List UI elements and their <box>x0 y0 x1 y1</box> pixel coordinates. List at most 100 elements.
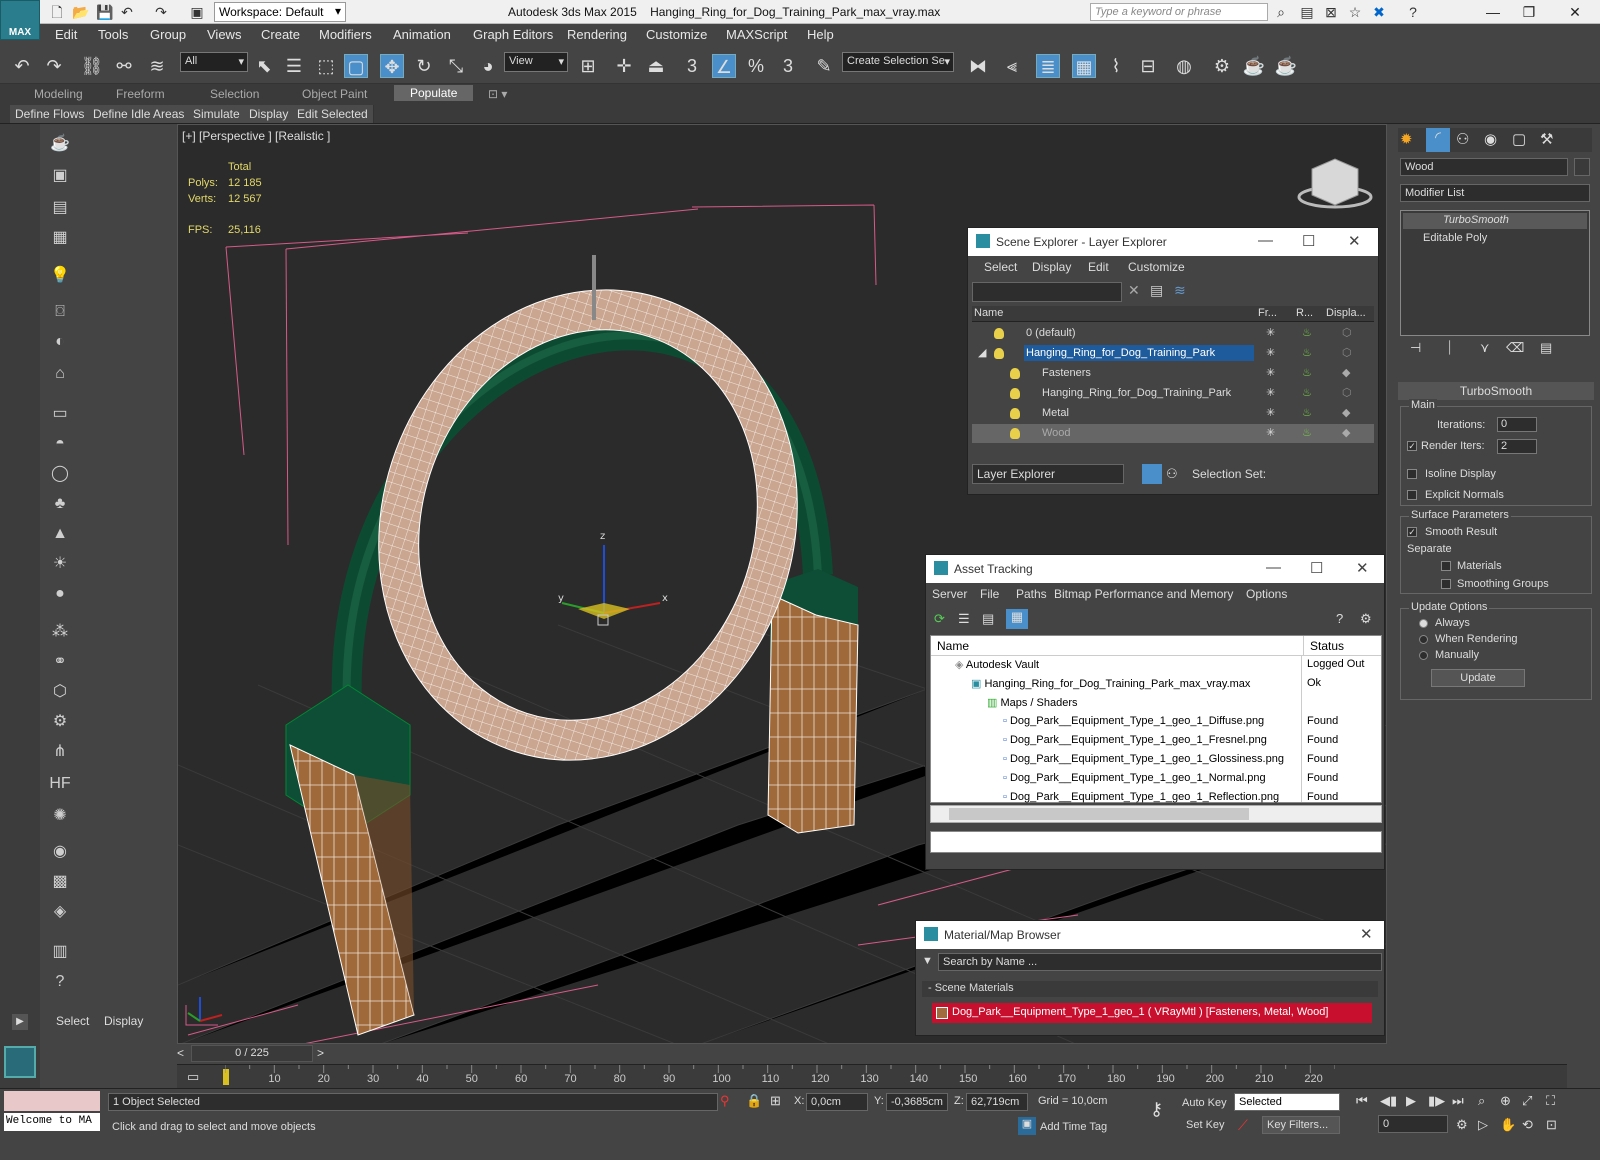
asset-path-field[interactable] <box>930 831 1382 853</box>
subscription-icon[interactable]: ▤ <box>1298 3 1316 21</box>
maximize-viewport-icon[interactable]: ⊡ <box>1546 1117 1557 1133</box>
tab-freeform[interactable]: Freeform <box>116 87 165 101</box>
scene-explorer-search-input[interactable] <box>972 282 1122 302</box>
favorites-star-icon[interactable]: ☆ <box>1346 3 1364 21</box>
edit-selected-button[interactable]: Edit Selected <box>292 105 374 123</box>
zoom-extents-icon[interactable]: ⤢ <box>1522 1093 1532 1109</box>
orbit-icon[interactable]: ⟲ <box>1522 1117 1533 1133</box>
help-icon[interactable]: ? <box>1404 3 1422 21</box>
link-icon[interactable]: ⛓ <box>80 54 104 78</box>
col-status[interactable]: Status <box>1303 636 1350 656</box>
remove-modifier-icon[interactable]: ⌫ <box>1506 340 1524 356</box>
plane-icon[interactable]: ▭ <box>48 402 72 426</box>
layer-row-default[interactable]: 0 (default) ✳ ♨ ⬡ <box>972 324 1374 343</box>
render-iters-checkbox[interactable]: ✓ <box>1407 441 1417 451</box>
list-icon[interactable]: ▤ <box>48 196 72 220</box>
minimize-window-button[interactable]: — <box>1478 2 1508 22</box>
grid-view-icon[interactable]: ▦ <box>1006 609 1028 629</box>
menu-paths[interactable]: Paths <box>1016 587 1047 601</box>
app-logo[interactable]: MAX <box>0 0 40 40</box>
undo-icon[interactable]: ↶ <box>10 54 34 78</box>
current-frame-field[interactable]: 0 <box>1378 1115 1448 1133</box>
dome-icon[interactable]: ◓ <box>48 432 72 456</box>
update-when-rendering-radio[interactable] <box>1419 635 1428 644</box>
stack-item-turbosmooth[interactable]: TurboSmooth <box>1403 213 1587 229</box>
zoom-all-icon[interactable]: ⊕ <box>1500 1093 1511 1109</box>
window-crossing-icon[interactable]: ▢ <box>344 54 368 78</box>
reference-coordinate-dropdown[interactable]: View <box>504 52 568 72</box>
next-frame-icon[interactable]: > <box>317 1046 324 1060</box>
script-icon[interactable]: ▥ <box>48 940 72 964</box>
hair-icon[interactable]: HF <box>48 772 72 796</box>
absolute-mode-icon[interactable]: ⊞ <box>770 1093 781 1109</box>
box-icon[interactable]: ⬡ <box>48 680 72 704</box>
menu-customize[interactable]: Customize <box>1128 260 1185 274</box>
find-icon[interactable]: ≋ <box>1174 282 1186 299</box>
workspace-dropdown[interactable]: Workspace: Default <box>214 2 346 22</box>
object-name-field[interactable]: Wood <box>1400 158 1568 176</box>
redo-icon[interactable]: ↷ <box>42 54 66 78</box>
explicit-normals-checkbox[interactable] <box>1407 490 1417 500</box>
object-color-swatch[interactable] <box>1574 158 1590 176</box>
particles-icon[interactable]: ⁂ <box>48 620 72 644</box>
menu-animation[interactable]: Animation <box>393 27 451 42</box>
keyboard-shortcut-icon[interactable]: ⏏ <box>644 54 668 78</box>
turbosmooth-rollout-header[interactable]: TurboSmooth <box>1398 382 1594 400</box>
auto-key-button[interactable]: Auto Key <box>1182 1097 1227 1109</box>
zoom-extents-all-icon[interactable]: ⛶ <box>1546 1093 1555 1109</box>
maxscript-listener[interactable]: Welcome to MA <box>4 1113 100 1131</box>
sun-icon[interactable]: ☀ <box>48 552 72 576</box>
film-icon[interactable]: ⌂ <box>48 362 72 386</box>
material-search-input[interactable]: Search by Name ... <box>938 953 1382 971</box>
schematic-view-icon[interactable]: ⊟ <box>1136 54 1160 78</box>
redo-icon[interactable]: ↷ <box>152 3 170 21</box>
pin-stack-icon[interactable]: ⊣ <box>1410 340 1421 356</box>
isoline-display-checkbox[interactable] <box>1407 469 1417 479</box>
create-tab-icon[interactable]: ✹ <box>1400 130 1413 148</box>
go-to-end-icon[interactable]: ⏭ <box>1452 1093 1464 1109</box>
named-selection-dropdown[interactable]: Create Selection Se <box>842 52 954 72</box>
list-view-icon[interactable]: ☰ <box>958 611 970 627</box>
menu-create[interactable]: Create <box>261 27 300 42</box>
tab-display-panel[interactable]: Display <box>104 1014 143 1028</box>
mirror-icon[interactable]: ⧓ <box>966 54 990 78</box>
menu-modifiers[interactable]: Modifiers <box>319 27 372 42</box>
render-production-icon[interactable]: ☕ <box>1274 54 1298 78</box>
viewcube[interactable] <box>1297 158 1373 209</box>
layer-row-hanging-ring[interactable]: ◢ Hanging_Ring_for_Dog_Training_Park ✳ ♨ ⬡ <box>972 344 1374 363</box>
tab-select-panel[interactable]: Select <box>56 1014 89 1028</box>
move-icon[interactable]: ✥ <box>380 54 404 78</box>
set-key-button[interactable]: Set Key <box>1186 1119 1225 1131</box>
asset-horizontal-scrollbar[interactable] <box>930 805 1382 823</box>
close-icon[interactable]: ✕ <box>1356 559 1369 577</box>
simulate-button[interactable]: Simulate <box>188 105 246 123</box>
next-frame-icon[interactable]: ▮▶ <box>1428 1093 1445 1109</box>
keyword-search-input[interactable]: Type a keyword or phrase <box>1090 3 1268 21</box>
motion-tab-icon[interactable]: ◉ <box>1484 130 1497 148</box>
zoom-icon[interactable]: ⌕ <box>1478 1093 1485 1109</box>
viewport-layout-thumbnail[interactable] <box>4 1046 36 1078</box>
stack-item-editable-poly[interactable]: Editable Poly <box>1403 231 1587 247</box>
menu-views[interactable]: Views <box>207 27 241 42</box>
menu-graph-editors[interactable]: Graph Editors <box>473 27 553 42</box>
refresh-icon[interactable]: ⟳ <box>934 611 945 627</box>
menu-help[interactable]: Help <box>807 27 834 42</box>
col-display[interactable]: Displa... <box>1326 307 1366 319</box>
hierarchy-icon[interactable]: ⚇ <box>1166 466 1178 482</box>
table-view-icon[interactable]: ▤ <box>982 611 994 627</box>
update-always-radio[interactable] <box>1419 619 1428 628</box>
project-folder-icon[interactable]: ▣ <box>188 3 206 21</box>
viewport-label[interactable]: [+] [Perspective ] [Realistic ] <box>182 129 330 143</box>
prev-frame-icon[interactable]: < <box>177 1046 184 1060</box>
render-iters-spinner[interactable]: 2 <box>1497 439 1537 454</box>
tab-modeling[interactable]: Modeling <box>34 87 83 101</box>
exchange-icon[interactable]: ✖ <box>1370 3 1388 21</box>
menu-rendering[interactable]: Rendering <box>567 27 627 42</box>
material-ball-icon[interactable]: ◉ <box>48 840 72 864</box>
menu-select[interactable]: Select <box>984 260 1017 274</box>
render-setup-icon[interactable]: ⚙ <box>1210 54 1234 78</box>
close-icon[interactable]: ✕ <box>1348 232 1361 250</box>
x-coordinate-field[interactable]: 0,0cm <box>806 1093 868 1111</box>
angle-snap-icon[interactable]: ∠ <box>712 54 736 78</box>
minimize-icon[interactable]: — <box>1266 559 1281 576</box>
